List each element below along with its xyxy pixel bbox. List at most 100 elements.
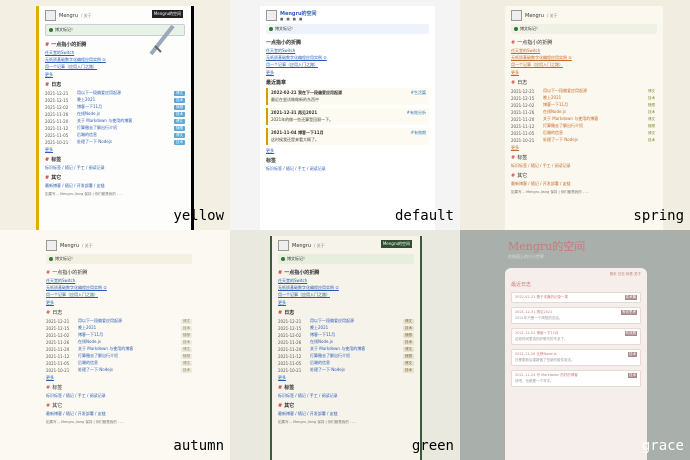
featured-link[interactable]: 任天堂的Switch: [278, 278, 414, 284]
more-link[interactable]: 更多: [46, 300, 192, 306]
log-tag[interactable]: 随想: [181, 332, 192, 338]
log-row[interactable]: 2021-11-20 关于 Markdown 与使用的博客 博文: [45, 118, 185, 124]
log-tag[interactable]: 博文: [646, 117, 657, 122]
log-row[interactable]: 2021-10-21 处理了一下 Nodejs 技术: [45, 139, 185, 145]
more-link[interactable]: 更多: [266, 148, 429, 154]
tag-links[interactable]: 标识标签 / 随记 / 手工 / 阅读记录: [278, 393, 414, 399]
log-tag[interactable]: 技术: [174, 139, 185, 145]
tag-links[interactable]: 标识标签 / 随记 / 手工 / 阅读记录: [266, 166, 429, 172]
log-tag[interactable]: 博文: [174, 90, 185, 96]
featured-link[interactable]: 无纸质基础数字化编程应用实例 ①: [46, 285, 192, 291]
log-title[interactable]: 关于 Markdown 与使用的博客: [310, 346, 403, 352]
log-row[interactable]: 2021-12-21 用以下一段偏爱应用起源 博文: [46, 318, 192, 324]
log-title[interactable]: 处理了一下 Nodejs: [78, 367, 181, 373]
log-title[interactable]: 打算撤去了解出行介绍: [77, 125, 174, 131]
log-title[interactable]: 关于 Markdown 与使用的博客: [543, 116, 646, 122]
log-title[interactable]: 博客一下11月: [543, 102, 646, 108]
avatar[interactable]: [278, 240, 289, 251]
log-title[interactable]: 后端的信息: [78, 360, 181, 366]
log-tag[interactable]: 博文: [403, 360, 414, 366]
log-tag[interactable]: 博文: [646, 131, 657, 136]
log-row[interactable]: 2021-11-26 在线Node.js 技术: [45, 111, 185, 117]
log-tag[interactable]: 技术: [646, 96, 657, 101]
log-tag[interactable]: 技术: [181, 367, 192, 373]
other-links[interactable]: 最新博客 / 随记 / 开发部署 / 友链: [46, 411, 192, 417]
log-row[interactable]: 2021-12-21 用以下一段偏爱应用起源 博文: [511, 88, 657, 94]
log-tag[interactable]: 随想: [403, 353, 414, 359]
other-links[interactable]: 最新博客 / 随记 / 开发部署 / 友链: [45, 183, 185, 189]
log-tag[interactable]: 随想: [174, 104, 185, 110]
log-title[interactable]: 打算撤去了解出行介绍: [310, 353, 403, 359]
log-title[interactable]: 用以下一段偏爱应用起源: [78, 318, 181, 324]
log-row[interactable]: 2021-11-12 打算撤去了解出行介绍 随想: [46, 353, 192, 359]
log-title[interactable]: 晚上2021: [543, 95, 646, 101]
avatar[interactable]: [266, 10, 277, 21]
tag-icon[interactable]: ■: [293, 17, 296, 21]
log-row[interactable]: 2021-12-21 用以下一段偏爱应用起源 博文: [45, 90, 185, 96]
log-title[interactable]: 晚上2021: [77, 97, 174, 103]
post-card[interactable]: 2021-12-01 博客一下11月 有效期 这段时间里真的好像写的不多了。: [511, 328, 641, 345]
featured-link[interactable]: 无纸质基础数字化编程应用实例 ①: [511, 55, 657, 61]
site-title[interactable]: Mengru的空间: [508, 238, 585, 254]
log-tag[interactable]: 技术: [646, 110, 657, 115]
avatar[interactable]: [511, 10, 522, 21]
log-title[interactable]: 关于 Markdown 与使用的博客: [77, 118, 174, 124]
log-row[interactable]: 2021-12-02 博客一下11月 随想: [45, 104, 185, 110]
log-row[interactable]: 2021-11-20 关于 Markdown 与使用的博客 博文: [511, 116, 657, 122]
top-nav[interactable]: 首页 日志 标签 关于: [511, 272, 641, 277]
featured-link[interactable]: 用一个记事（应用入门之路）: [46, 292, 192, 298]
more-link[interactable]: 更多: [511, 145, 657, 151]
log-tag[interactable]: 技术: [174, 111, 185, 117]
about-icon[interactable]: ■: [299, 17, 302, 21]
post-card[interactable]: 2022-02-21 基于本篇的记录一周 技术篇: [511, 292, 641, 303]
log-title[interactable]: 博客一下11月: [77, 104, 174, 110]
featured-link[interactable]: 任天堂的Switch: [46, 278, 192, 284]
log-tag[interactable]: 技术: [181, 325, 192, 331]
tag-links[interactable]: 标识标签 / 随记 / 手工 / 阅读记录: [45, 165, 185, 171]
post-card[interactable]: 2021-12-31 再见2021 #有效分析 2021年的做一些还算是回顾一下。: [266, 108, 429, 125]
log-row[interactable]: 2021-11-26 在线Node.js 技术: [46, 339, 192, 345]
log-row[interactable]: 2021-11-12 打算撤去了解出行介绍 随想: [278, 353, 414, 359]
more-link[interactable]: 更多: [45, 147, 185, 153]
log-tag[interactable]: 随想: [403, 332, 414, 338]
log-tag[interactable]: 技术: [403, 325, 414, 331]
log-title[interactable]: 博客一下11月: [310, 332, 403, 338]
tag-links[interactable]: 标识标签 / 随记 / 手工 / 阅读记录: [46, 393, 192, 399]
nav-about[interactable]: / 关于: [82, 243, 93, 249]
log-row[interactable]: 2021-11-20 关于 Markdown 与使用的博客 博文: [46, 346, 192, 352]
log-title[interactable]: 晚上2021: [310, 325, 403, 331]
log-title[interactable]: 在线Node.js: [77, 111, 174, 117]
log-row[interactable]: 2021-11-05 后端的信息 博文: [278, 360, 414, 366]
log-tag[interactable]: 技术: [174, 97, 185, 103]
log-tag[interactable]: 随想: [646, 103, 657, 108]
log-title[interactable]: 用以下一段偏爱应用起源: [543, 88, 646, 94]
log-row[interactable]: 2021-11-05 后端的信息 博文: [45, 132, 185, 138]
log-row[interactable]: 2021-11-26 在线Node.js 技术: [511, 109, 657, 115]
home-icon[interactable]: ■: [280, 17, 283, 21]
more-link[interactable]: 更多: [511, 70, 657, 76]
featured-link[interactable]: 无纸质基础数字化编程应用实例 ①: [266, 55, 429, 61]
post-card[interactable]: 2022-02-21 我在下一段偏爱应用起源 #生活篇 最近在尝试做做新的东西中: [266, 88, 429, 105]
log-row[interactable]: 2021-12-15 晚上2021 技术: [46, 325, 192, 331]
site-name[interactable]: Mengru: [60, 243, 79, 249]
log-tag[interactable]: 技术: [403, 367, 414, 373]
log-title[interactable]: 处理了一下 Nodejs: [543, 137, 646, 143]
log-row[interactable]: 2021-11-20 关于 Markdown 与使用的博客 博文: [278, 346, 414, 352]
log-tag[interactable]: 技术: [403, 339, 414, 345]
featured-link[interactable]: 用一个记事（应用入门之路）: [511, 62, 657, 68]
log-title[interactable]: 打算撤去了解出行介绍: [543, 123, 646, 129]
nav-about[interactable]: / 关于: [81, 13, 92, 19]
avatar[interactable]: [46, 240, 57, 251]
more-link[interactable]: 更多: [278, 375, 414, 381]
log-title[interactable]: 晚上2021: [78, 325, 181, 331]
post-card[interactable]: 2021-12-31 再见2021 有效思考 2021年只是一个简短的总结。: [511, 307, 641, 324]
log-tag[interactable]: 博文: [181, 360, 192, 366]
featured-link[interactable]: 无纸质基础数字化编程应用实例 ①: [278, 285, 414, 291]
log-row[interactable]: 2021-11-12 打算撤去了解出行介绍 随想: [45, 125, 185, 131]
log-title[interactable]: 打算撤去了解出行介绍: [78, 353, 181, 359]
log-row[interactable]: 2021-12-21 用以下一段偏爱应用起源 博文: [278, 318, 414, 324]
log-icon[interactable]: ■: [286, 17, 289, 21]
nav-about[interactable]: / 关于: [547, 13, 558, 19]
log-row[interactable]: 2021-11-26 在线Node.js 技术: [278, 339, 414, 345]
log-row[interactable]: 2021-10-21 处理了一下 Nodejs 技术: [278, 367, 414, 373]
